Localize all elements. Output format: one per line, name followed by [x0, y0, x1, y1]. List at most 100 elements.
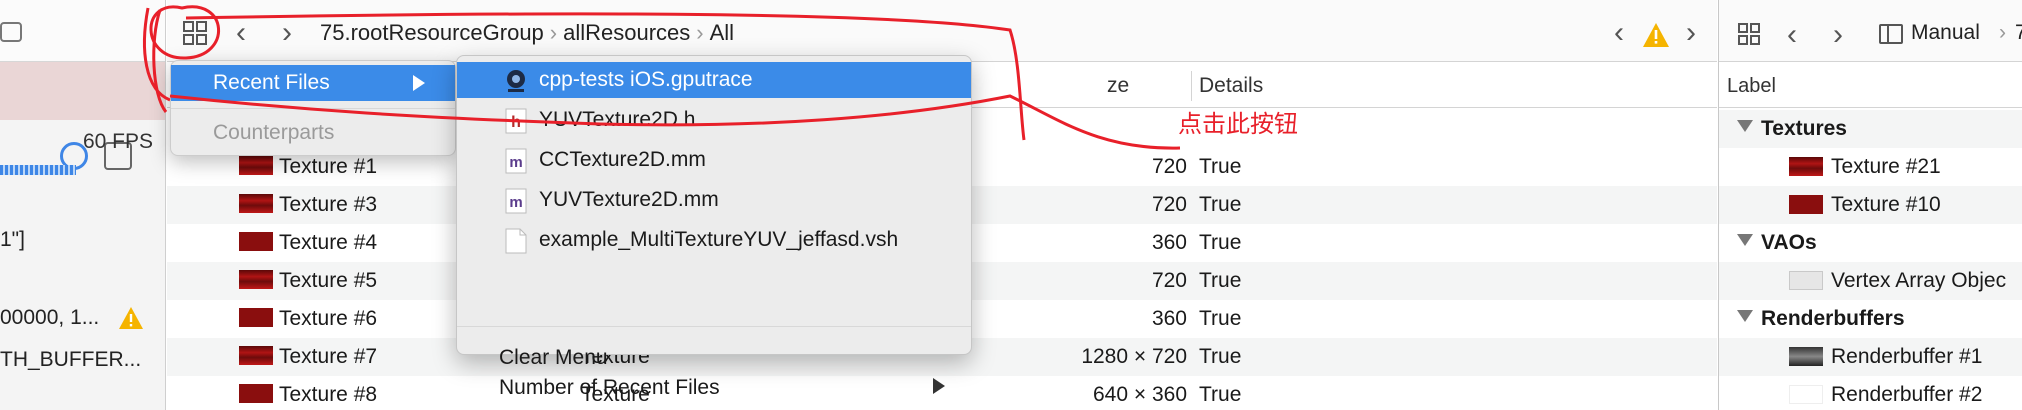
tree-group-textures[interactable]: Textures: [1719, 110, 2022, 148]
menu-item-label: CCTexture2D.mm: [539, 148, 706, 171]
recent-file-item[interactable]: cpp-tests iOS.gputrace: [457, 62, 971, 98]
submenu-arrow-icon: [413, 75, 425, 91]
disclosure-triangle-icon[interactable]: [1737, 234, 1753, 246]
column-divider[interactable]: [1191, 71, 1192, 101]
related-items-grid-icon[interactable]: [1737, 22, 1761, 46]
annotation-text: 点击此按钮: [1178, 111, 1298, 138]
menu-item-label: YUVTexture2D.mm: [539, 188, 719, 211]
item-label: Vertex Array Objec: [1831, 269, 2007, 292]
menu-item-label: Recent Files: [213, 71, 330, 94]
objc-file-icon: m: [505, 188, 527, 214]
cell-details: True: [1199, 269, 1242, 292]
column-header-details[interactable]: Details: [1199, 74, 1263, 98]
menu-item-label: YUVTexture2D.h: [539, 108, 696, 131]
breadcrumb-item[interactable]: 75: [2015, 21, 2022, 45]
submenu-arrow-icon: [933, 378, 945, 394]
cell-size: 720: [1151, 193, 1187, 216]
cell-label: Texture #7: [279, 345, 378, 368]
group-label: VAOs: [1761, 231, 1817, 254]
call-label-1[interactable]: 1"]: [0, 228, 25, 252]
tree-group-vaos[interactable]: VAOs: [1719, 224, 2022, 262]
menu-item-label: cpp-tests iOS.gputrace: [539, 68, 753, 91]
objc-file-icon: m: [505, 148, 527, 174]
split-editor-icon[interactable]: [1879, 24, 1903, 44]
cell-details: True: [1199, 345, 1242, 368]
menu-separator: [171, 108, 455, 109]
item-label: Texture #10: [1831, 193, 1941, 216]
tree-item[interactable]: Texture #21: [1719, 148, 2022, 186]
forward-chevron-icon[interactable]: ›: [282, 18, 292, 48]
breadcrumb-item[interactable]: All: [710, 20, 734, 46]
svg-text:m: m: [509, 194, 522, 211]
header-file-icon: h: [505, 108, 527, 134]
resource-inspector: ‹ › Manual › 75 Label Textures Texture #…: [1718, 0, 2022, 410]
tree-item[interactable]: Vertex Array Objec: [1719, 262, 2022, 300]
navigator-toolbar: [0, 0, 165, 62]
cell-size: 360: [1151, 307, 1187, 330]
menu-item-clear-menu[interactable]: Clear Menu: [499, 346, 608, 370]
breadcrumb-item[interactable]: allResources: [563, 20, 690, 46]
item-label: Texture #21: [1831, 155, 1941, 178]
call-label-2[interactable]: 00000, 1...: [0, 306, 99, 330]
menu-item-counterparts: Counterparts: [213, 121, 335, 144]
group-label: Textures: [1761, 117, 1847, 140]
previous-issue-chevron-icon[interactable]: ‹: [1614, 18, 1624, 48]
renderbuffer-thumbnail: [1789, 347, 1823, 366]
related-items-grid-icon[interactable]: [182, 20, 208, 46]
breadcrumb-item[interactable]: 75.rootResourceGroup: [320, 20, 544, 46]
breadcrumb-separator-icon: ›: [696, 20, 704, 45]
tree-group-renderbuffers[interactable]: Renderbuffers: [1719, 300, 2022, 338]
vao-thumbnail: [1789, 271, 1823, 290]
document-icon: [505, 228, 527, 254]
texture-thumbnail: [239, 346, 273, 365]
cell-size: 1280 × 720: [1081, 345, 1187, 368]
texture-thumbnail: [239, 232, 273, 251]
tree-item[interactable]: Renderbuffer #1: [1719, 338, 2022, 376]
warning-icon: [119, 307, 143, 329]
back-chevron-icon[interactable]: ‹: [236, 18, 246, 48]
cell-label: Texture #5: [279, 269, 378, 292]
texture-thumbnail: [239, 270, 273, 289]
recent-file-item[interactable]: example_MultiTextureYUV_jeffasd.vsh: [457, 222, 971, 258]
svg-text:m: m: [509, 154, 522, 171]
selected-frame-row[interactable]: [0, 62, 165, 170]
breadcrumb: 75.rootResourceGroup › allResources › Al…: [320, 20, 734, 46]
disclosure-triangle-icon[interactable]: [1737, 120, 1753, 132]
call-label-3[interactable]: TH_BUFFER...: [0, 348, 141, 372]
column-header-size[interactable]: ze: [1107, 74, 1129, 98]
gputrace-icon: [507, 70, 525, 92]
texture-thumbnail: [1789, 195, 1823, 214]
forward-chevron-icon[interactable]: ›: [1833, 18, 1843, 52]
column-header-label[interactable]: Label: [1719, 63, 2022, 108]
editor-mode-label[interactable]: Manual: [1911, 21, 1980, 45]
renderbuffer-thumbnail: [1789, 385, 1823, 404]
cell-details: True: [1199, 231, 1242, 254]
warning-icon[interactable]: [1642, 22, 1670, 48]
cell-size: 720: [1151, 155, 1187, 178]
back-chevron-icon[interactable]: ‹: [1787, 18, 1797, 52]
disclosure-triangle-icon[interactable]: [1737, 310, 1753, 322]
texture-thumbnail: [239, 384, 273, 403]
recent-file-item[interactable]: m YUVTexture2D.mm: [457, 182, 971, 218]
cell-label: Texture #3: [279, 193, 378, 216]
cell-details: True: [1199, 193, 1242, 216]
cell-size: 640 × 360: [1092, 383, 1187, 406]
tree-item[interactable]: Renderbuffer #2: [1719, 376, 2022, 410]
item-label: Renderbuffer #1: [1831, 345, 1983, 368]
cell-details: True: [1199, 155, 1242, 178]
recent-file-item[interactable]: m CCTexture2D.mm: [457, 142, 971, 178]
cell-label: Texture #1: [279, 155, 378, 178]
cell-label: Texture #6: [279, 307, 378, 330]
chat-icon[interactable]: [0, 22, 22, 42]
tree-item[interactable]: Texture #10: [1719, 186, 2022, 224]
item-label: Renderbuffer #2: [1831, 383, 1983, 406]
fps-label: 60 FPS: [82, 130, 153, 153]
menu-item-label: example_MultiTextureYUV_jeffasd.vsh: [539, 228, 899, 251]
texture-thumbnail: [239, 194, 273, 213]
menu-item-number-of-recent-files[interactable]: Number of Recent Files: [499, 376, 720, 400]
menu-item-recent-files[interactable]: Recent Files: [171, 65, 455, 101]
next-issue-chevron-icon[interactable]: ›: [1686, 18, 1696, 48]
cell-details: True: [1199, 383, 1242, 406]
recent-file-item[interactable]: h YUVTexture2D.h: [457, 102, 971, 138]
texture-thumbnail: [1789, 157, 1823, 176]
